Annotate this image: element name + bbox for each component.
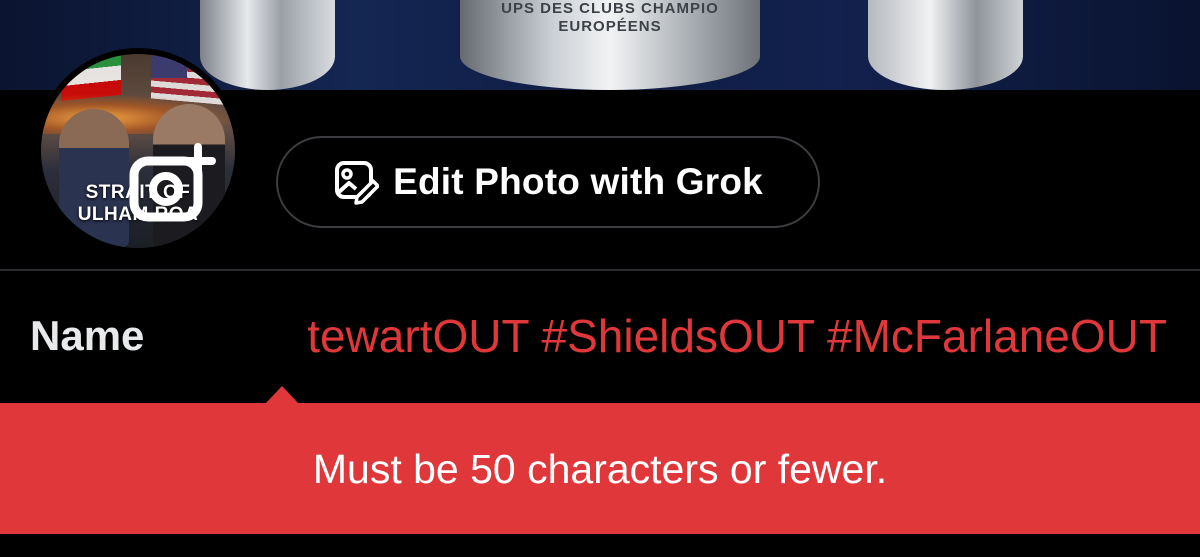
section-divider: [0, 269, 1200, 271]
name-input-value: tewartOUT #ShieldsOUT #McFarlaneOUT: [307, 310, 1167, 362]
error-tooltip: Must be 50 characters or fewer.: [0, 403, 1200, 534]
us-flag-canton: [151, 54, 187, 78]
image-edit-icon: [335, 161, 380, 205]
trophy-image-right: [868, 0, 1023, 90]
edit-photo-with-grok-label: Edit Photo with Grok: [393, 161, 763, 202]
name-input[interactable]: tewartOUT #ShieldsOUT #McFarlaneOUT: [272, 305, 1200, 367]
name-field-label: Name: [30, 312, 145, 359]
profile-avatar[interactable]: STRAIT OF ULHAM ROA: [35, 48, 241, 254]
error-tooltip-caret: [265, 386, 299, 404]
person-left: [59, 109, 129, 248]
trophy-engraving: UPS DES CLUBS CHAMPIO EUROPÉENS: [501, 0, 719, 35]
camera-plus-icon[interactable]: [128, 143, 220, 223]
edit-photo-with-grok-button[interactable]: Edit Photo with Grok: [276, 136, 820, 228]
error-message: Must be 50 characters or fewer.: [312, 445, 888, 492]
